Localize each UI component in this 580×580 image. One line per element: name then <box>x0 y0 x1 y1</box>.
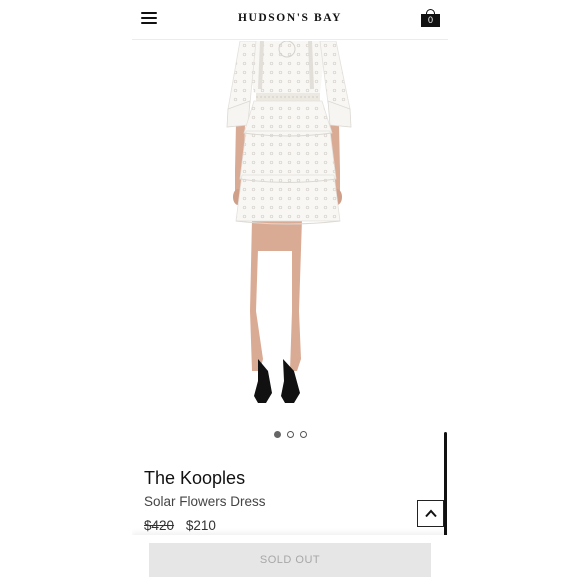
product-brand[interactable]: The Kooples <box>144 468 245 489</box>
sticky-action-bar: SOLD OUT <box>132 535 448 580</box>
chevron-up-icon <box>425 509 437 518</box>
back-to-top-button[interactable] <box>417 500 444 527</box>
shopping-bag-icon[interactable]: 0 <box>421 9 440 27</box>
carousel-dot[interactable] <box>286 431 294 438</box>
carousel-dot[interactable] <box>299 431 307 438</box>
cart-count: 0 <box>421 14 440 27</box>
site-header: HUDSON'S BAY 0 <box>132 0 448 40</box>
carousel-dot[interactable] <box>273 431 281 438</box>
price-block: $420 $210 <box>144 518 216 533</box>
sold-out-button[interactable]: SOLD OUT <box>149 543 431 577</box>
product-name: Solar Flowers Dress <box>144 494 266 509</box>
site-logo[interactable]: HUDSON'S BAY <box>132 12 448 24</box>
mobile-screen: HUDSON'S BAY 0 The Kooples Solar Flowers… <box>132 0 448 580</box>
original-price: $420 <box>144 518 175 533</box>
sale-price: $210 <box>185 518 216 533</box>
image-carousel-dots <box>132 431 448 438</box>
product-image[interactable] <box>132 40 448 413</box>
